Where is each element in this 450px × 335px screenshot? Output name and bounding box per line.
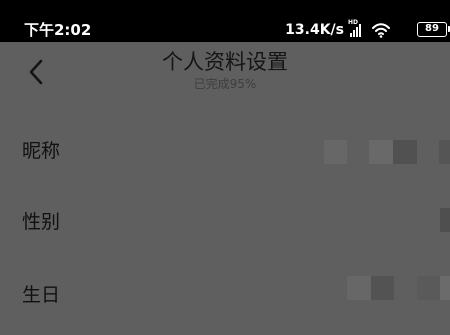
nickname-label: 昵称 xyxy=(22,140,61,162)
signal-bars-icon xyxy=(350,24,361,37)
birthday-label: 生日 xyxy=(22,284,61,306)
privacy-mask-block xyxy=(393,140,417,164)
privacy-mask-block xyxy=(347,276,371,300)
privacy-mask-block xyxy=(371,276,394,300)
privacy-mask-block xyxy=(440,276,450,300)
privacy-mask-block xyxy=(324,140,347,164)
privacy-mask-block xyxy=(417,276,440,300)
nickname-row[interactable]: 昵称 xyxy=(0,115,450,185)
gender-row[interactable]: 性别 xyxy=(0,187,450,257)
page-title: 个人资料设置 xyxy=(162,50,288,74)
completion-status: 已完成95% xyxy=(193,77,257,91)
wifi-icon xyxy=(372,23,390,38)
privacy-mask-block xyxy=(440,208,450,232)
gender-label: 性别 xyxy=(22,211,61,233)
status-bar: 下午2:02 13.4K/s HD 89 xyxy=(0,0,450,42)
signal-icon: HD xyxy=(348,19,368,38)
privacy-mask-block xyxy=(439,140,450,164)
page-header: 个人资料设置 已完成95% xyxy=(0,42,450,100)
status-icons: 13.4K/s HD 89 xyxy=(285,19,450,40)
battery-icon: 89 xyxy=(417,22,450,37)
birthday-row[interactable]: 生日 xyxy=(0,265,450,335)
privacy-mask-block xyxy=(369,140,393,164)
status-time: 下午2:02 xyxy=(24,21,92,39)
network-speed: 13.4K/s xyxy=(285,22,344,38)
